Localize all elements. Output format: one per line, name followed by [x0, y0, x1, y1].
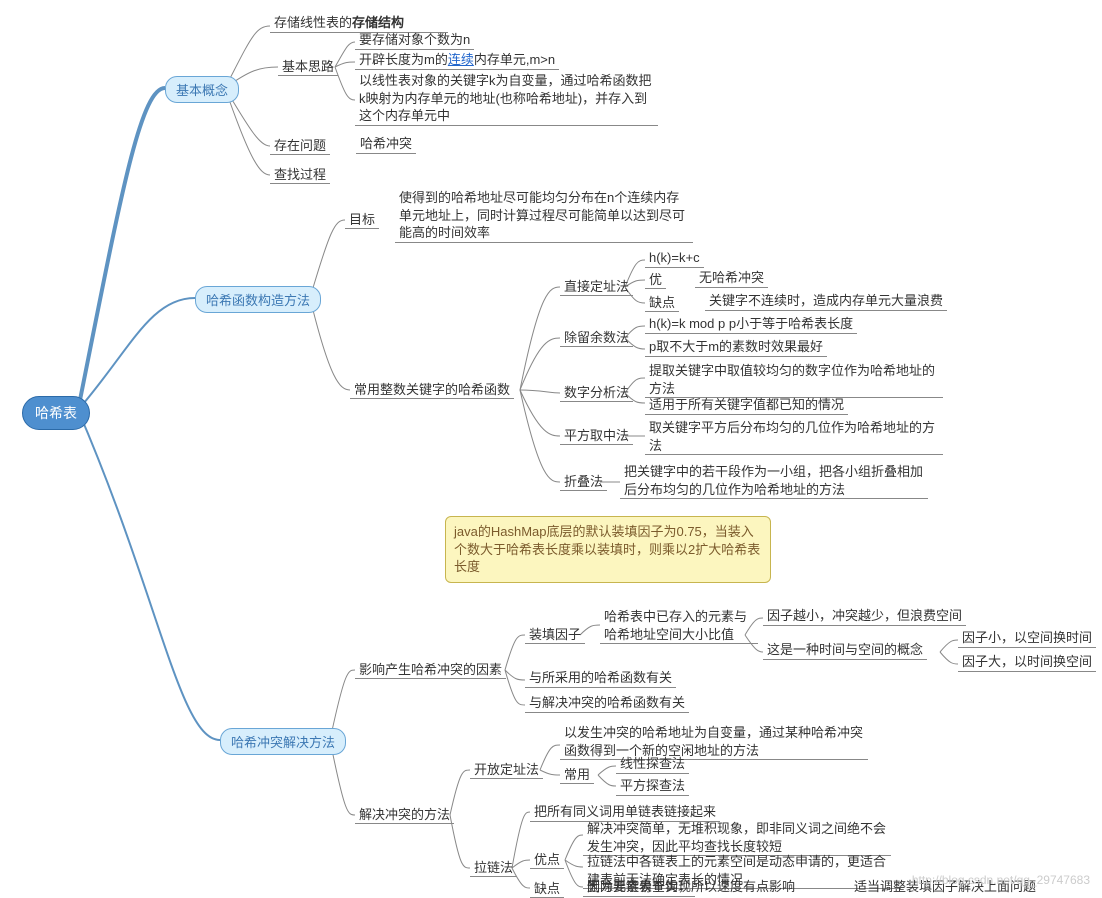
- root-node[interactable]: 哈希表: [22, 396, 90, 430]
- node-direct-addr[interactable]: 直接定址法: [560, 276, 633, 296]
- leaf-goal-text: 使得到的哈希地址尽可能均匀分布在n个连续内存单元地址上，同时计算过程尽可能简单以…: [395, 189, 693, 243]
- node-chaining[interactable]: 拉链法: [470, 857, 517, 877]
- node-square-mid[interactable]: 平方取中法: [560, 425, 633, 445]
- leaf-digit1: 提取关键字中取值较均匀的数字位作为哈希地址的方法: [645, 362, 943, 398]
- leaf-chain-def: 把所有同义词用单链表链接起来: [530, 803, 720, 822]
- leaf-fold: 把关键字中的若干段作为一小组，把各小组折叠相加后分布均匀的几位作为哈希地址的方法: [620, 463, 928, 499]
- leaf-mod-prime: p取不大于m的素数时效果最好: [645, 338, 827, 357]
- node-pro: 优: [645, 269, 666, 289]
- leaf-space-time2: 因子大，以时间换空间: [958, 653, 1096, 672]
- leaf-hash-collision: 哈希冲突: [356, 135, 416, 154]
- node-mod[interactable]: 除留余数法: [560, 327, 633, 347]
- leaf-no-collision: 无哈希冲突: [695, 269, 768, 288]
- leaf-chain-pro1: 解决冲突简单，无堆积现象，即非同义词之间绝不会发生冲突，因此平均查找长度较短: [583, 820, 891, 856]
- leaf-digit2: 适用于所有关键字值都已知的情况: [645, 396, 848, 415]
- node-load-factor[interactable]: 装填因子: [525, 624, 585, 644]
- leaf-waste: 关键字不连续时，造成内存单元大量浪费: [705, 292, 947, 311]
- watermark: http://blog.csdn.net/qq_29747683: [912, 873, 1090, 887]
- node-solve-methods[interactable]: 解决冲突的方法: [355, 804, 454, 824]
- node-chain-pros: 优点: [530, 849, 564, 869]
- leaf-space-time1: 因子小，以空间换时间: [958, 629, 1096, 648]
- node-con: 缺点: [645, 292, 679, 312]
- leaf-load-def: 哈希表中已存入的元素与哈希地址空间大小比值: [600, 608, 758, 644]
- node-hash-func-methods[interactable]: 哈希函数构造方法: [195, 286, 321, 313]
- leaf-solvefunc-related: 与解决冲突的哈希函数有关: [525, 694, 689, 713]
- node-collision-factors[interactable]: 影响产生哈希冲突的因素: [355, 659, 506, 679]
- leaf-linear-probe: 线性探查法: [616, 755, 689, 774]
- node-basic-idea[interactable]: 基本思路: [278, 56, 338, 76]
- leaf-m-contiguous: 开辟长度为m的连续内存单元,m>n: [355, 51, 559, 70]
- node-goal[interactable]: 目标: [345, 209, 379, 229]
- leaf-storage-struct: 存储线性表的存储结构: [270, 14, 448, 33]
- leaf-square-mid: 取关键字平方后分布均匀的几位作为哈希地址的方法: [645, 419, 943, 455]
- node-fold[interactable]: 折叠法: [560, 471, 607, 491]
- leaf-hashfunc-related: 与所采用的哈希函数有关: [525, 669, 676, 688]
- node-common-int-hash[interactable]: 常用整数关键字的哈希函数: [350, 379, 514, 399]
- leaf-hkc: h(k)=k+c: [645, 249, 704, 268]
- leaf-mod-formula: h(k)=k mod p p小于等于哈希表长度: [645, 315, 857, 334]
- leaf-n-objects: 要存储对象个数为n: [355, 31, 474, 50]
- node-basic-concept[interactable]: 基本概念: [165, 76, 239, 103]
- node-digit-analysis[interactable]: 数字分析法: [560, 382, 633, 402]
- leaf-time-space: 这是一种时间与空间的概念: [763, 641, 927, 660]
- leaf-hash-mapping: 以线性表对象的关键字k为自变量，通过哈希函数把k映射为内存单元的地址(也称哈希地…: [355, 72, 658, 126]
- node-search-process[interactable]: 查找过程: [270, 164, 330, 184]
- node-problem[interactable]: 存在问题: [270, 135, 330, 155]
- leaf-factor-small: 因子越小，冲突越少，但浪费空间: [763, 607, 966, 626]
- node-open-addr[interactable]: 开放定址法: [470, 759, 543, 779]
- leaf-open-def: 以发生冲突的哈希地址为自变量，通过某种哈希冲突函数得到一个新的空闲地址的方法: [560, 724, 868, 760]
- node-common-use: 常用: [560, 764, 594, 784]
- note-hashmap: java的HashMap底层的默认装填因子为0.75，当装入个数大于哈希表长度乘…: [445, 516, 771, 583]
- node-chain-cons: 缺点: [530, 878, 564, 898]
- node-collision-solve[interactable]: 哈希冲突解决方法: [220, 728, 346, 755]
- leaf-square-probe: 平方探查法: [616, 777, 689, 796]
